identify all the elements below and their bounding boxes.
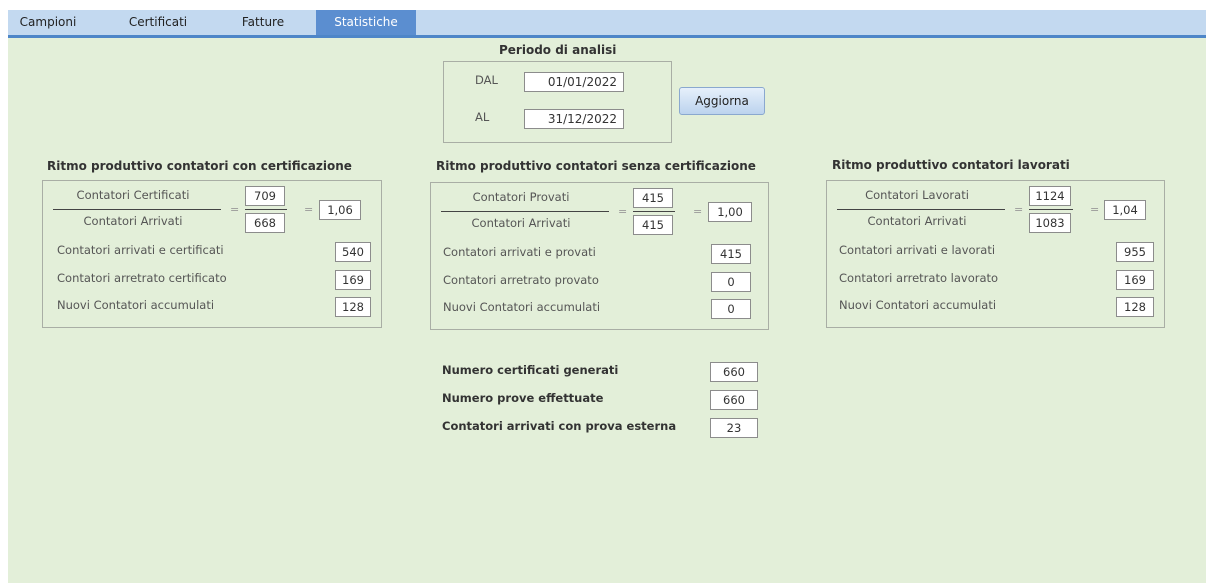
worked-row-label: Nuovi Contatori accumulati (839, 298, 997, 312)
nocert-numerator-label: Contatori Provati (472, 190, 570, 204)
tab-bar: Campioni Certificati Fatture Statistiche (8, 10, 1206, 38)
worked-equals-1: = (1014, 203, 1024, 216)
tab-campioni[interactable]: Campioni (8, 10, 88, 35)
nocert-numerator-value: 415 (633, 188, 673, 208)
total-tests-label: Numero prove effettuate (442, 391, 604, 405)
nocert-denominator-label: Contatori Arrivati (471, 216, 571, 230)
tab-statistiche[interactable]: Statistiche (316, 10, 416, 35)
worked-fraction-line (837, 209, 1005, 210)
nocert-row-label: Contatori arretrato provato (443, 273, 599, 287)
nocert-equals-1: = (618, 205, 628, 218)
from-label: DAL (475, 73, 498, 87)
cert-equals-2: = (304, 203, 314, 216)
tab-fatture[interactable]: Fatture (223, 10, 303, 35)
worked-row-value: 169 (1116, 270, 1154, 290)
worked-denominator-label: Contatori Arrivati (867, 214, 967, 228)
cert-row-value: 169 (335, 270, 371, 290)
nocert-section-title: Ritmo produttivo contatori senza certifi… (436, 159, 756, 173)
cert-value-line (245, 209, 287, 210)
total-certificates-label: Numero certificati generati (442, 363, 619, 377)
worked-numerator-value: 1124 (1029, 186, 1071, 206)
nocert-box: Contatori Provati Contatori Arrivati = 4… (430, 182, 769, 330)
cert-numerator-label: Contatori Certificati (76, 188, 190, 202)
nocert-row-label: Contatori arrivati e provati (443, 245, 596, 259)
worked-denominator-value: 1083 (1029, 213, 1071, 233)
worked-row-label: Contatori arretrato lavorato (839, 271, 999, 285)
nocert-row-value: 0 (711, 272, 751, 292)
cert-fraction-line (53, 209, 221, 210)
nocert-row-value: 415 (711, 244, 751, 264)
period-box: DAL 01/01/2022 AL 31/12/2022 (443, 61, 672, 143)
worked-section-title: Ritmo produttivo contatori lavorati (832, 158, 1070, 172)
cert-equals-1: = (230, 203, 240, 216)
worked-box: Contatori Lavorati Contatori Arrivati = … (826, 180, 1165, 328)
nocert-fraction-line (441, 211, 609, 212)
period-title: Periodo di analisi (499, 43, 617, 57)
to-date-input[interactable]: 31/12/2022 (524, 109, 624, 129)
cert-row-label: Nuovi Contatori accumulati (57, 298, 215, 312)
from-date-input[interactable]: 01/01/2022 (524, 72, 624, 92)
worked-row-label: Contatori arrivati e lavorati (839, 243, 996, 257)
cert-denominator-label: Contatori Arrivati (83, 214, 183, 228)
refresh-button[interactable]: Aggiorna (679, 87, 765, 115)
cert-numerator-value: 709 (245, 186, 285, 206)
total-certificates-value: 660 (710, 362, 758, 382)
total-tests-value: 660 (710, 390, 758, 410)
cert-row-label: Contatori arretrato certificato (57, 271, 227, 285)
worked-value-line (1029, 209, 1073, 210)
worked-equals-2: = (1090, 203, 1100, 216)
nocert-ratio-value: 1,00 (708, 202, 752, 222)
nocert-row-value: 0 (711, 299, 751, 319)
cert-row-value: 540 (335, 242, 371, 262)
cert-row-label: Contatori arrivati e certificati (57, 243, 224, 257)
cert-section-title: Ritmo produttivo contatori con certifica… (47, 159, 352, 173)
cert-ratio-value: 1,06 (319, 200, 361, 220)
nocert-equals-2: = (693, 205, 703, 218)
to-label: AL (475, 110, 490, 124)
tab-certificati[interactable]: Certificati (108, 10, 208, 35)
statistics-panel: Periodo di analisi DAL 01/01/2022 AL 31/… (8, 38, 1206, 583)
worked-numerator-label: Contatori Lavorati (865, 188, 969, 202)
nocert-denominator-value: 415 (633, 215, 673, 235)
worked-row-value: 955 (1116, 242, 1154, 262)
external-tests-label: Contatori arrivati con prova esterna (442, 419, 677, 433)
nocert-row-label: Nuovi Contatori accumulati (443, 300, 601, 314)
worked-ratio-value: 1,04 (1104, 200, 1146, 220)
worked-row-value: 128 (1116, 297, 1154, 317)
nocert-value-line (633, 211, 675, 212)
cert-denominator-value: 668 (245, 213, 285, 233)
cert-row-value: 128 (335, 297, 371, 317)
external-tests-value: 23 (710, 418, 758, 438)
cert-box: Contatori Certificati Contatori Arrivati… (42, 180, 382, 328)
